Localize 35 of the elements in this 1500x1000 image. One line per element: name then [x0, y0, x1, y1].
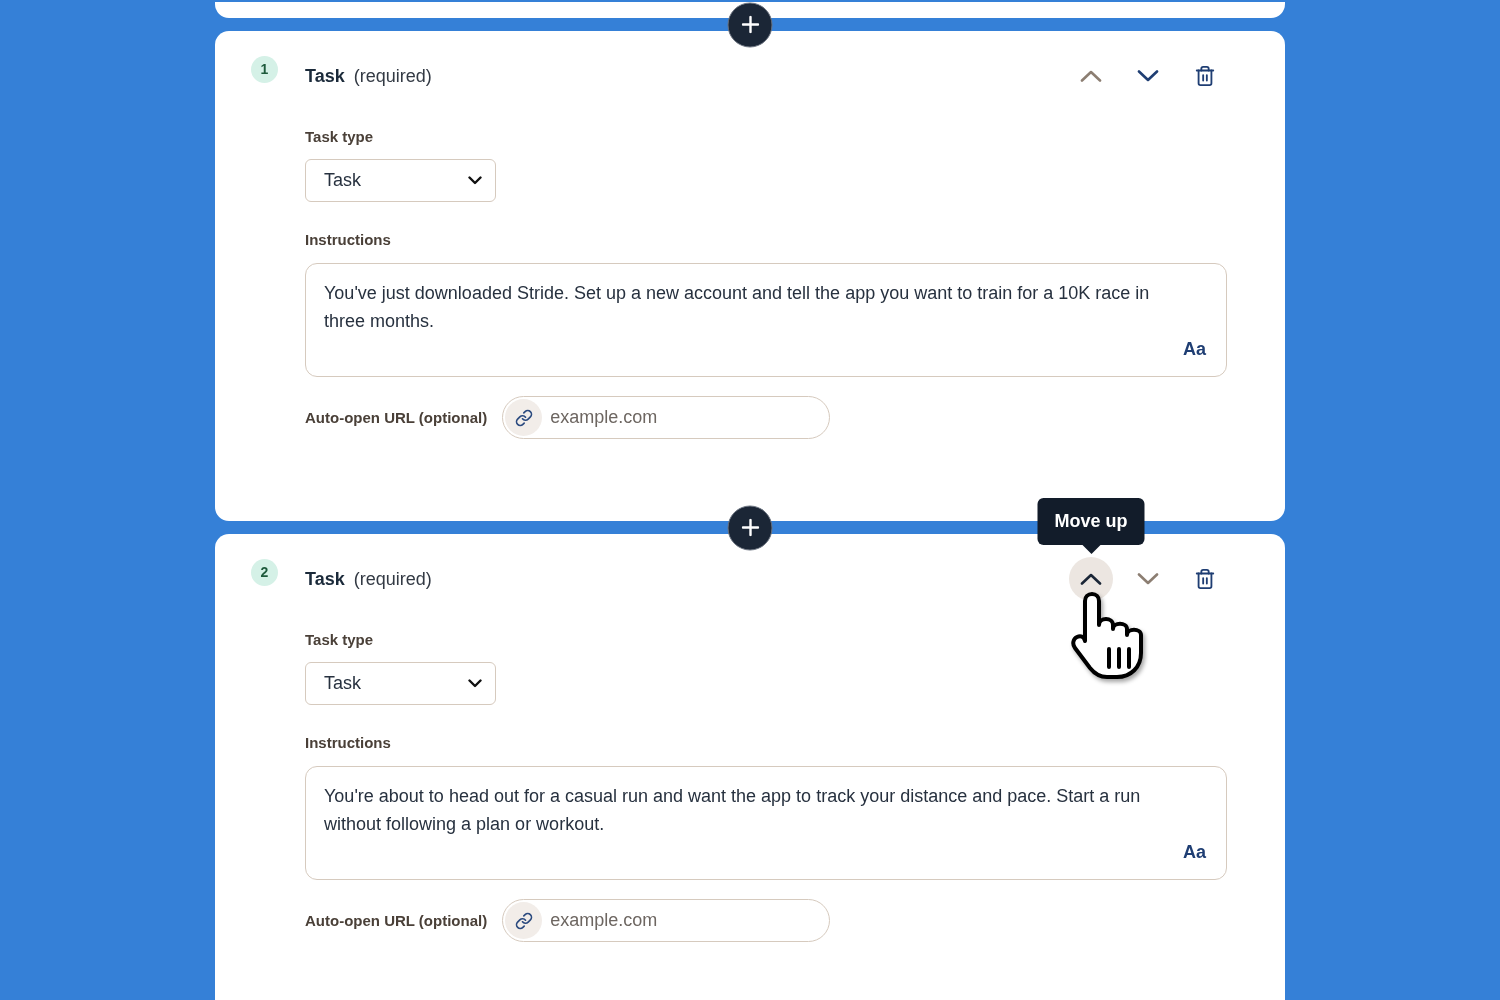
tooltip: Move up: [1037, 498, 1145, 554]
plus-icon: [741, 518, 759, 537]
chevron-up-icon: [1080, 70, 1102, 82]
url-field[interactable]: example.com: [502, 396, 831, 439]
chevron-down-icon: [468, 176, 482, 185]
link-icon: [505, 399, 543, 436]
instructions-field[interactable]: You're about to head out for a casual run and want the app to track your distance and pace. Start a run without following a plan or workout. Aa: [305, 766, 1227, 880]
url-field[interactable]: example.com: [502, 899, 831, 942]
chevron-down-icon: [1137, 573, 1159, 585]
instructions-field[interactable]: You've just downloaded Stride. Set up a new account and tell the app you want to train for a 10K race in three months. Aa: [305, 263, 1227, 377]
step-number: 1: [251, 56, 278, 83]
chevron-down-icon: [1137, 70, 1159, 82]
link-icon: [505, 902, 543, 939]
instructions-text: You've just downloaded Stride. Set up a new account and tell the app you want to train for a 10K race in three months.: [324, 282, 1151, 333]
instructions-label: Instructions: [305, 733, 391, 753]
task-type-select[interactable]: Task: [305, 662, 496, 705]
text-format-button[interactable]: Aa: [1183, 840, 1206, 864]
required-note: (required): [353, 567, 432, 591]
instructions-text: You're about to head out for a casual run and want the app to track your distance and pace. Start a run without following a plan or workout.: [324, 785, 1142, 836]
instructions-label: Instructions: [305, 230, 391, 250]
trash-icon: [1194, 65, 1216, 87]
url-label: Auto-open URL (optional): [305, 407, 488, 428]
text-format-button[interactable]: Aa: [1183, 337, 1206, 361]
task-type-select[interactable]: Task: [305, 159, 496, 202]
task-title: Task: [305, 64, 345, 88]
trash-icon: [1194, 568, 1216, 590]
step-number: 2: [251, 559, 278, 586]
task-title: Task: [305, 567, 345, 591]
plus-icon: [741, 15, 759, 34]
chevron-up-icon: [1080, 573, 1102, 585]
url-label: Auto-open URL (optional): [305, 910, 488, 931]
chevron-down-icon: [468, 679, 482, 688]
task-type-label: Task type: [305, 630, 374, 650]
task-type-label: Task type: [305, 127, 374, 147]
required-note: (required): [353, 64, 432, 88]
